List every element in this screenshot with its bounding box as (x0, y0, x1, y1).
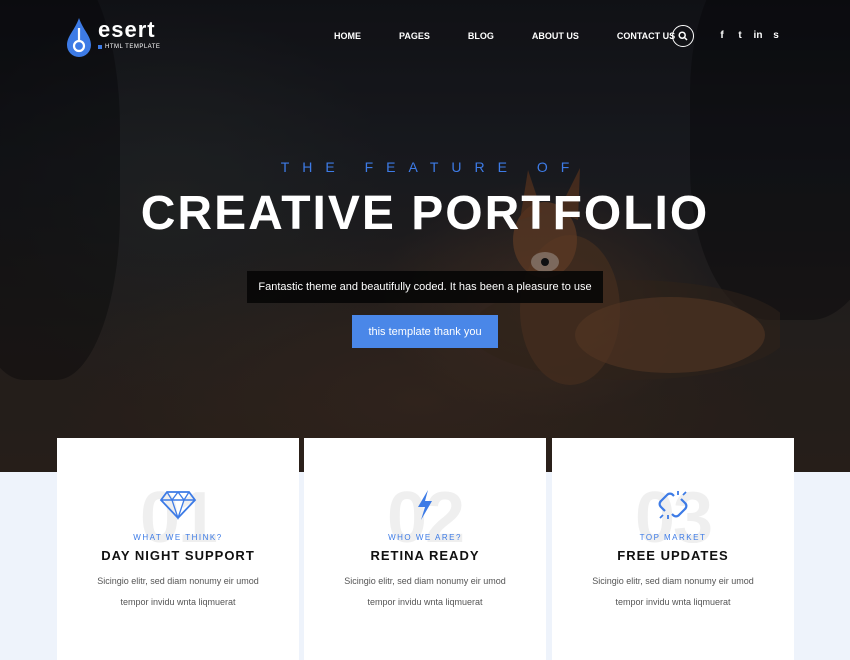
card-description: Sicingio elitr, sed diam nonumy eir umod… (77, 571, 279, 613)
cta-button[interactable]: this template thank you (352, 315, 498, 348)
brand-subtitle: HTML TEMPLATE (105, 44, 161, 50)
card-title: FREE UPDATES (617, 548, 729, 563)
twitter-icon[interactable]: t (731, 30, 749, 42)
nav-item-about-us[interactable]: ABOUT US (532, 31, 579, 41)
hero-section: esert HTML TEMPLATE HOME PAGES BLOG ABOU… (0, 0, 850, 472)
broken-link-icon (658, 491, 688, 519)
brand-square-icon (98, 45, 102, 49)
nav-item-blog[interactable]: BLOG (468, 31, 494, 41)
feature-card: 01 WHAT WE THINK? DAY NIGHT SUPPORT Sici… (57, 438, 299, 660)
card-label: WHAT WE THINK? (133, 533, 223, 542)
brand-logo[interactable]: esert HTML TEMPLATE (64, 16, 160, 58)
lightning-icon (418, 490, 432, 520)
hero-tagline: Fantastic theme and beautifully coded. I… (247, 271, 603, 303)
hero-subtitle: THE FEATURE OF (280, 159, 583, 175)
card-description: Sicingio elitr, sed diam nonumy eir umod… (572, 571, 774, 613)
brand-subtitle-row: HTML TEMPLATE (98, 44, 160, 50)
card-description-line: tempor invidu wnta liqmuerat (120, 597, 236, 607)
card-title: DAY NIGHT SUPPORT (101, 548, 255, 563)
card-label: WHO WE ARE? (388, 533, 462, 542)
card-description-line: tempor invidu wnta liqmuerat (367, 597, 483, 607)
nav-item-pages[interactable]: PAGES (399, 31, 430, 41)
facebook-icon[interactable]: f (713, 30, 731, 42)
brand-name: esert (98, 17, 156, 42)
card-description-line: Sicingio elitr, sed diam nonumy eir umod (97, 576, 259, 586)
main-nav: HOME PAGES BLOG ABOUT US CONTACT US (334, 31, 713, 41)
card-label: TOP MARKET (639, 533, 707, 542)
skype-icon[interactable]: s (767, 30, 785, 42)
water-drop-icon (67, 18, 91, 57)
hero-title: CREATIVE PORTFOLIO (140, 187, 710, 240)
card-icon-wrap (405, 488, 445, 522)
linkedin-icon[interactable]: in (749, 30, 767, 42)
card-description-line: tempor invidu wnta liqmuerat (615, 597, 731, 607)
nav-item-contact-us[interactable]: CONTACT US (617, 31, 675, 41)
feature-card: 02 WHO WE ARE? RETINA READY Sicingio eli… (304, 438, 546, 660)
search-button[interactable] (672, 25, 694, 47)
card-title: RETINA READY (370, 548, 480, 563)
card-description-line: Sicingio elitr, sed diam nonumy eir umod (592, 576, 754, 586)
nav-item-home[interactable]: HOME (334, 31, 361, 41)
diamond-icon (159, 491, 197, 520)
card-icon-wrap (653, 488, 693, 522)
feature-card: 03 TOP MARKET FREE UPDATES Sicingio elit… (552, 438, 794, 660)
social-links: f t in s (713, 30, 785, 42)
card-description-line: Sicingio elitr, sed diam nonumy eir umod (344, 576, 506, 586)
card-description: Sicingio elitr, sed diam nonumy eir umod… (324, 571, 526, 613)
search-icon (678, 31, 688, 41)
card-icon-wrap (158, 488, 198, 522)
